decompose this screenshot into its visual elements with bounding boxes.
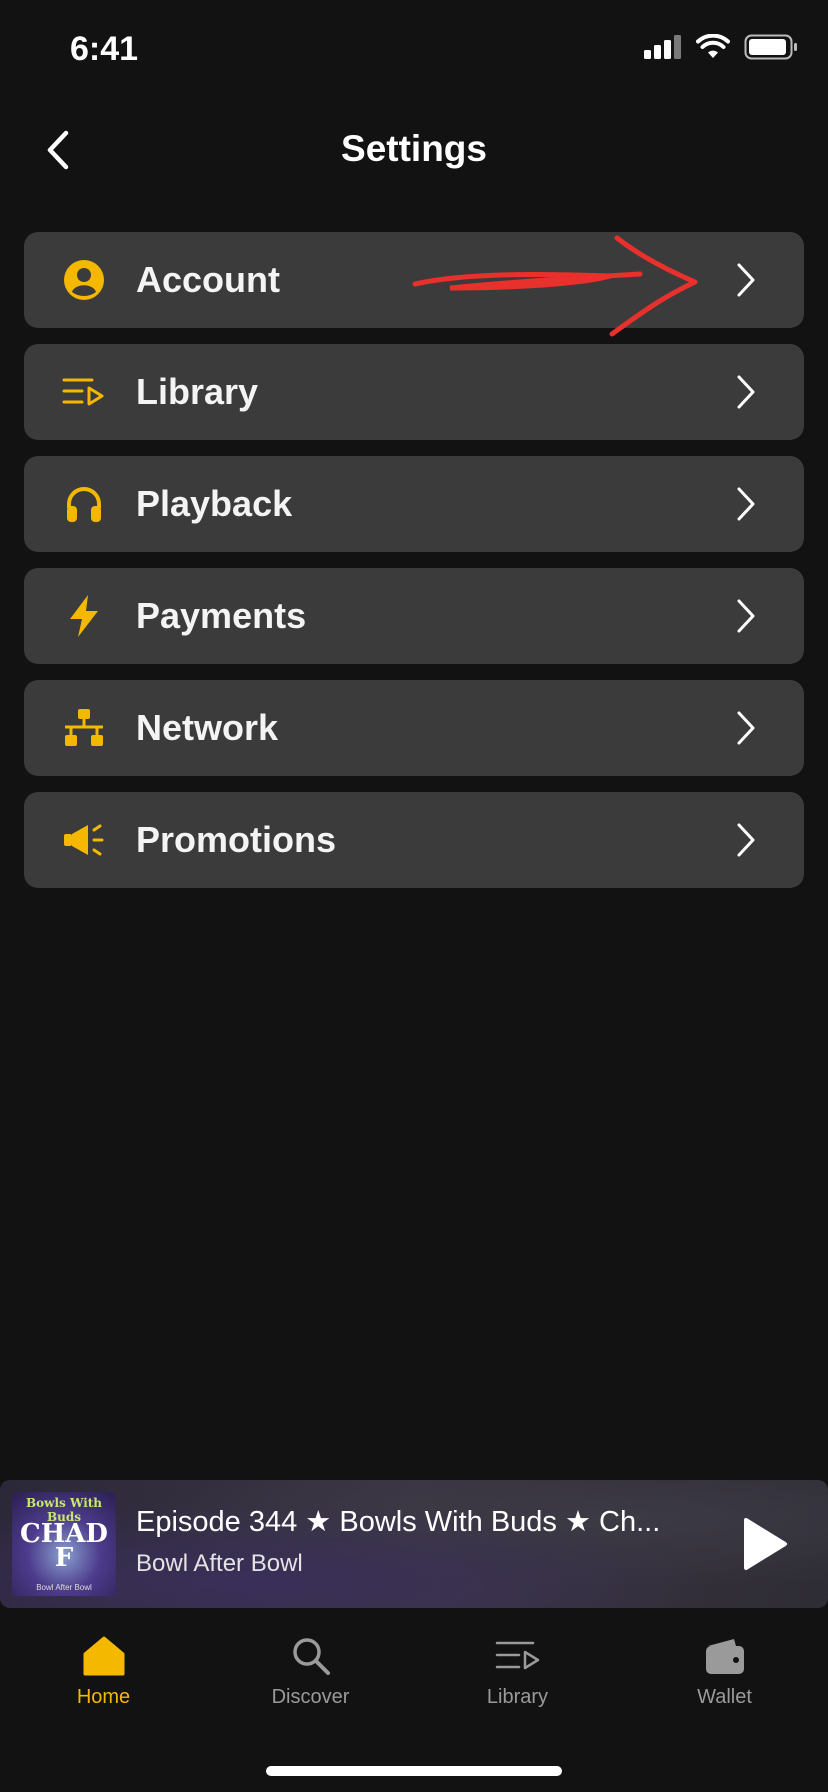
home-indicator[interactable] — [266, 1766, 562, 1776]
network-icon — [56, 700, 112, 756]
status-icons — [644, 34, 798, 60]
chevron-right-icon — [726, 484, 766, 524]
cellular-signal-icon — [644, 35, 681, 59]
settings-item-library[interactable]: Library — [24, 344, 804, 440]
chevron-right-icon — [726, 820, 766, 860]
settings-list: Account Library Playback Payments Networ… — [24, 232, 804, 904]
settings-item-payments[interactable]: Payments — [24, 568, 804, 664]
mini-player[interactable]: Bowls With Buds CHAD F Bowl After Bowl E… — [0, 1480, 828, 1608]
tab-discover[interactable]: Discover — [207, 1616, 414, 1726]
settings-item-label: Network — [136, 707, 279, 748]
headphones-icon — [56, 476, 112, 532]
lightning-icon — [56, 588, 112, 644]
tab-home[interactable]: Home — [0, 1616, 207, 1726]
episode-artwork: Bowls With Buds CHAD F Bowl After Bowl — [12, 1492, 116, 1596]
settings-item-label: Promotions — [136, 819, 337, 860]
playlist-icon — [56, 364, 112, 420]
settings-item-label: Library — [136, 371, 259, 412]
settings-item-label: Playback — [136, 483, 293, 524]
library-icon — [495, 1632, 541, 1680]
home-icon — [83, 1632, 125, 1680]
settings-item-playback[interactable]: Playback — [24, 456, 804, 552]
nav-header: Settings — [0, 110, 828, 190]
settings-item-network[interactable]: Network — [24, 680, 804, 776]
tab-bar: Home Discover Library Wallet — [0, 1616, 828, 1726]
chevron-right-icon — [726, 596, 766, 636]
tab-label: Home — [76, 1686, 131, 1708]
chevron-right-icon — [726, 260, 766, 300]
tab-label: Wallet — [697, 1686, 752, 1708]
artwork-main-text: CHAD F — [20, 1519, 108, 1573]
tab-wallet[interactable]: Wallet — [621, 1616, 828, 1726]
settings-item-account[interactable]: Account — [24, 232, 804, 328]
status-bar: 6:41 — [0, 0, 828, 100]
tab-library[interactable]: Library — [414, 1616, 621, 1726]
episode-subtitle: Bowl After Bowl — [136, 1550, 303, 1577]
artwork-bottom-text: Bowl After Bowl — [36, 1583, 92, 1592]
tab-label: Discover — [271, 1686, 350, 1708]
play-icon — [744, 1518, 787, 1570]
wifi-icon — [696, 34, 730, 58]
chevron-right-icon — [726, 708, 766, 748]
account-circle-icon — [56, 252, 112, 308]
settings-item-promotions[interactable]: Promotions — [24, 792, 804, 888]
settings-item-label: Payments — [136, 595, 307, 636]
megaphone-icon — [56, 812, 112, 868]
page-title: Settings — [341, 128, 487, 169]
status-time: 6:41 — [70, 30, 139, 68]
battery-icon — [744, 34, 797, 60]
play-button[interactable] — [736, 1516, 792, 1572]
tab-label: Library — [486, 1686, 549, 1708]
episode-title: Episode 344 ★ Bowls With Buds ★ Ch... — [136, 1506, 661, 1538]
wallet-icon — [704, 1632, 746, 1680]
chevron-right-icon — [726, 372, 766, 412]
settings-item-label: Account — [136, 259, 280, 300]
search-icon — [291, 1632, 331, 1680]
